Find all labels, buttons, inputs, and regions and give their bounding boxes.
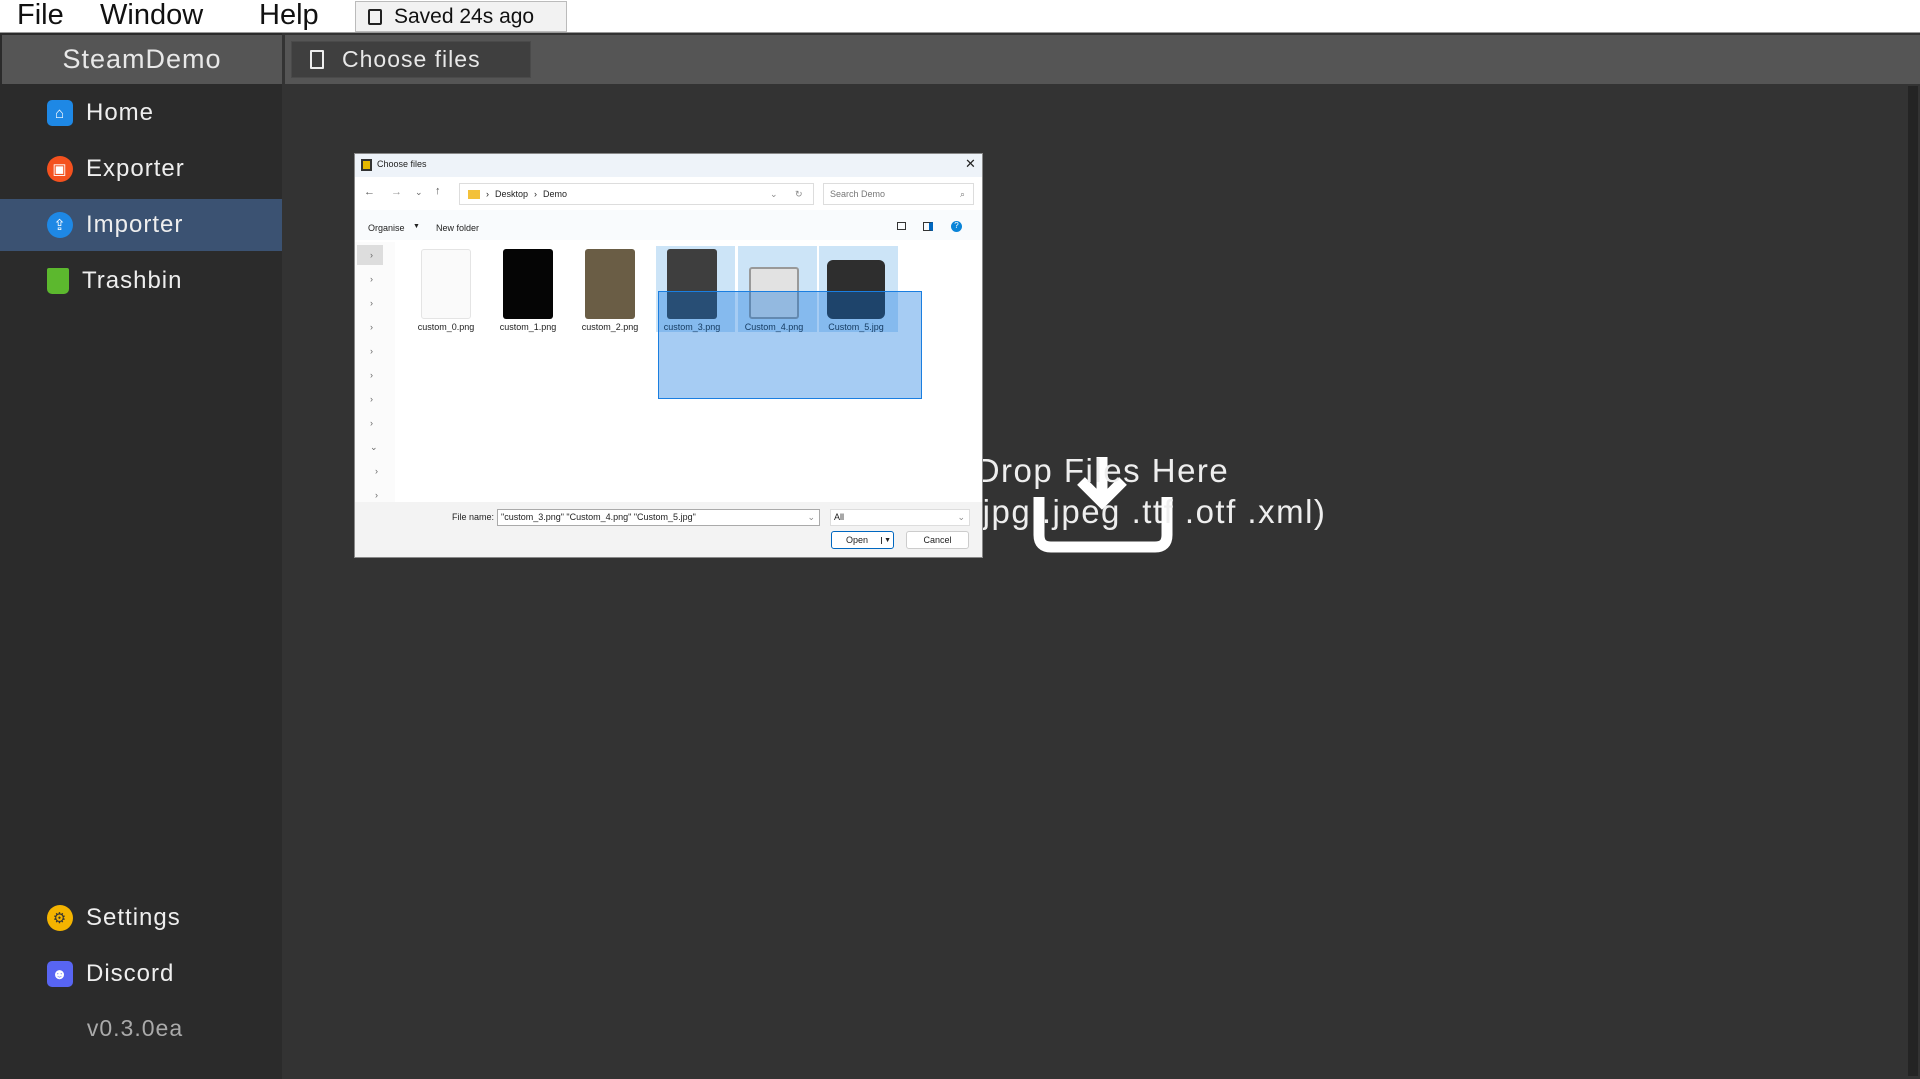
sidebar-item-settings[interactable]: ⚙ Settings bbox=[0, 892, 282, 944]
trash-icon bbox=[47, 268, 69, 294]
dialog-title: Choose files bbox=[377, 159, 427, 169]
menu-help[interactable]: Help bbox=[259, 0, 319, 32]
breadcrumb-item[interactable]: Demo bbox=[543, 189, 567, 199]
view-icon[interactable] bbox=[897, 222, 906, 230]
cancel-label: Cancel bbox=[923, 535, 952, 545]
version-label: v0.3.0ea bbox=[86, 1015, 184, 1041]
new-folder-button[interactable]: New folder bbox=[436, 223, 479, 233]
sidebar-item-label: Trashbin bbox=[82, 267, 183, 294]
back-icon[interactable]: ← bbox=[364, 186, 375, 198]
file-type-select[interactable]: All ⌄ bbox=[830, 509, 970, 526]
file-type-value: All bbox=[834, 512, 845, 522]
menu-file[interactable]: File bbox=[17, 0, 64, 32]
sidebar-item-exporter[interactable]: ▣ Exporter bbox=[0, 143, 282, 195]
file-name-label: File name: bbox=[452, 512, 495, 522]
chevron-down-icon: ⌄ bbox=[957, 512, 965, 522]
file-name-value: "custom_3.png" "Custom_4.png" "Custom_5.… bbox=[501, 512, 696, 522]
caret-down-icon: ▼ bbox=[413, 223, 420, 230]
saved-text: Saved 24s ago bbox=[394, 4, 535, 28]
sidebar-item-label: Settings bbox=[86, 904, 181, 931]
caret-down-icon[interactable]: ▼ bbox=[881, 536, 891, 544]
app-title: SteamDemo bbox=[2, 35, 282, 84]
choose-files-label: Choose files bbox=[342, 46, 481, 72]
refresh-icon[interactable]: ↻ bbox=[795, 189, 803, 200]
sidebar-item-label: Home bbox=[86, 99, 155, 126]
file-name: custom_1.png bbox=[499, 322, 557, 332]
home-icon: ⌂ bbox=[47, 100, 73, 126]
menu-window[interactable]: Window bbox=[100, 0, 203, 32]
sidebar-item-label: Importer bbox=[86, 211, 184, 238]
chevron-down-icon[interactable]: ⌄ bbox=[770, 189, 778, 200]
folder-icon bbox=[468, 189, 480, 199]
close-icon[interactable]: ✕ bbox=[965, 156, 976, 172]
image-icon: ▣ bbox=[47, 156, 73, 182]
drag-selection-rect bbox=[658, 291, 922, 399]
preview-pane-icon[interactable] bbox=[923, 222, 933, 231]
recent-chevron-icon[interactable]: ⌄ bbox=[415, 187, 423, 198]
breadcrumb-item[interactable]: Desktop bbox=[495, 189, 528, 199]
sidebar-item-label: Exporter bbox=[86, 155, 185, 182]
sidebar-item-trashbin[interactable]: Trashbin bbox=[0, 255, 282, 307]
scrollbar[interactable] bbox=[1908, 86, 1918, 1076]
open-button[interactable]: Open ▼ bbox=[831, 531, 894, 549]
sidebar-item-label: Discord bbox=[86, 960, 175, 987]
forward-icon[interactable]: → bbox=[391, 186, 402, 198]
search-input[interactable]: Search Demo ⌕ bbox=[823, 183, 974, 205]
file-name: custom_2.png bbox=[581, 322, 639, 332]
search-icon: ⌕ bbox=[959, 188, 965, 199]
upload-icon: ⇪ bbox=[47, 212, 73, 238]
nav-pane[interactable]: › › › › › › › › ⌄ › › bbox=[355, 242, 395, 502]
chevron-down-icon[interactable]: ⌄ bbox=[807, 512, 815, 523]
help-icon[interactable]: ? bbox=[951, 221, 962, 232]
saved-status[interactable]: Saved 24s ago bbox=[355, 1, 567, 32]
search-placeholder: Search Demo bbox=[830, 189, 886, 199]
menu-bar: File Window Help Saved 24s ago bbox=[0, 0, 1920, 33]
sidebar-item-discord[interactable]: ☻ Discord bbox=[0, 948, 282, 1000]
choose-files-button[interactable]: Choose files bbox=[291, 41, 531, 78]
up-icon[interactable]: ↑ bbox=[435, 185, 441, 197]
file-name-input[interactable]: "custom_3.png" "Custom_4.png" "Custom_5.… bbox=[497, 509, 820, 526]
save-icon bbox=[368, 8, 382, 25]
gear-icon: ⚙ bbox=[47, 905, 73, 931]
organise-menu[interactable]: Organise bbox=[368, 223, 405, 233]
cancel-button[interactable]: Cancel bbox=[906, 531, 969, 549]
file-icon bbox=[310, 50, 324, 69]
file-name: custom_0.png bbox=[417, 322, 475, 332]
open-label: Open bbox=[846, 535, 869, 545]
sidebar-item-importer[interactable]: ⇪ Importer bbox=[0, 199, 282, 251]
sidebar-item-home[interactable]: ⌂ Home bbox=[0, 87, 282, 139]
file-dialog: Choose files ✕ ← → ⌄ ↑ › Desktop › Demo ⌄… bbox=[354, 153, 983, 558]
dialog-titlebar: Choose files ✕ bbox=[355, 154, 982, 177]
app-icon bbox=[361, 159, 372, 171]
address-bar[interactable]: › Desktop › Demo ⌄ ↻ bbox=[459, 183, 814, 205]
discord-icon: ☻ bbox=[47, 961, 73, 987]
